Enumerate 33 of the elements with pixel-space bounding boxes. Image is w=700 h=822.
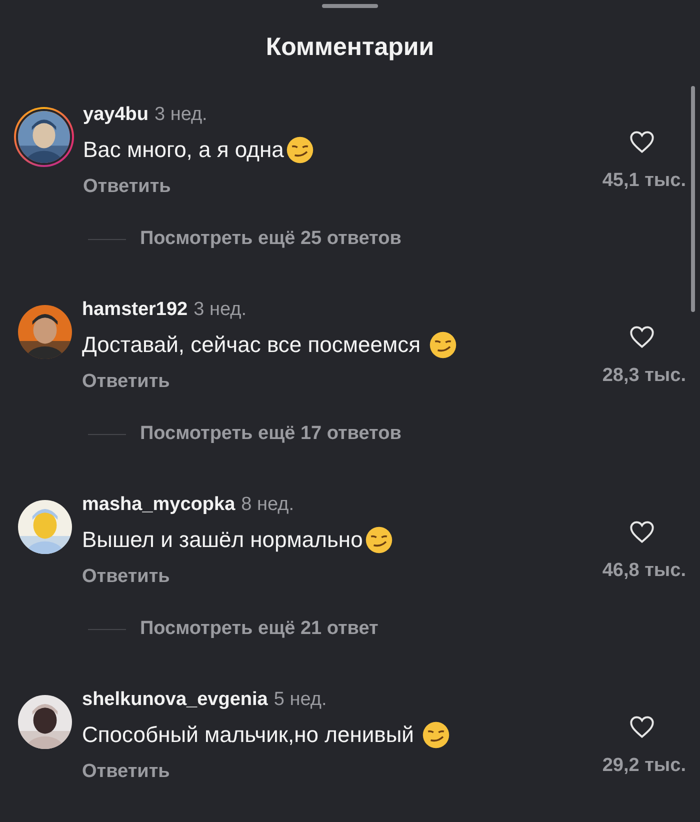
heart-icon[interactable] [629,130,655,154]
comment-text: Вас много, а я одна [83,137,284,163]
sheet-title: Комментарии [264,32,436,62]
comment-text: Способный мальчик,но ленивый [82,722,415,748]
comment-time: 8 нед. [241,494,294,516]
avatar[interactable] [18,500,72,554]
view-replies-link[interactable]: Посмотреть ещё 21 ответ [140,618,378,640]
username[interactable]: hamster192 [82,299,188,321]
comment-text: Вышел и зашёл нормально [82,527,363,553]
avatar[interactable] [18,695,72,749]
comment-time: 5 нед. [274,689,327,711]
like-count: 46,8 тыс. [602,560,686,582]
reply-link[interactable]: Ответить [82,761,170,783]
username[interactable]: shelkunova_evgenia [82,689,268,711]
drag-handle[interactable] [322,4,378,8]
comment-text: Доставай, сейчас все посмеемся [82,332,422,358]
like-count: 28,3 тыс. [602,365,686,387]
view-replies-link[interactable]: Посмотреть ещё 25 ответов [140,228,402,250]
avatar[interactable] [18,305,72,359]
heart-icon[interactable] [629,715,655,739]
scrollbar[interactable] [691,86,695,312]
username[interactable]: masha_mycopka [82,494,236,516]
view-replies-link[interactable]: Посмотреть ещё 17 ответов [140,423,402,445]
comment-time: 3 нед. [194,299,246,321]
reply-link[interactable]: Ответить [82,371,170,393]
comment-time: 3 нед. [154,104,208,126]
reply-link[interactable]: Ответить [82,566,170,588]
heart-icon[interactable] [629,520,655,544]
heart-icon[interactable] [629,325,655,349]
username[interactable]: yay4bu [83,104,148,126]
like-count: 45,1 тыс. [602,170,686,192]
like-count: 29,2 тыс. [602,755,686,777]
reply-link[interactable]: Ответить [83,176,171,198]
